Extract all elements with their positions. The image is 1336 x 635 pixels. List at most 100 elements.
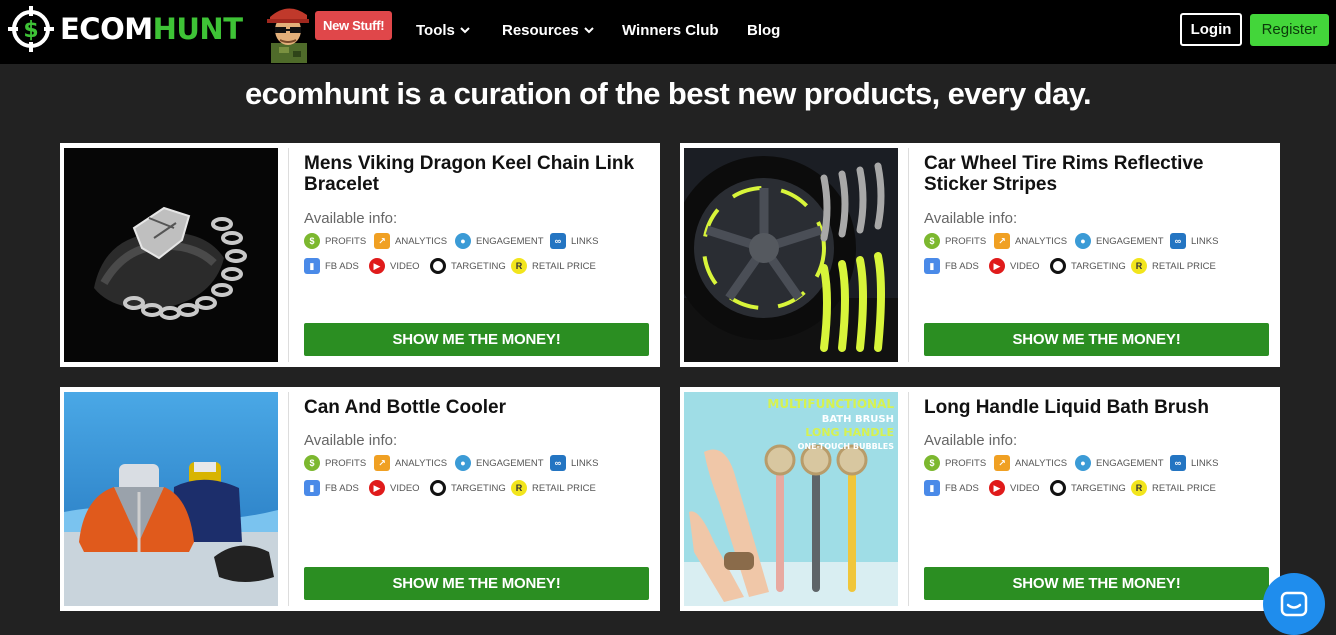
target-icon xyxy=(1050,480,1066,496)
product-card: Can And Bottle Cooler Available info: $ P… xyxy=(60,387,660,611)
svg-text:$: $ xyxy=(23,18,38,43)
show-me-the-money-button[interactable]: SHOW ME THE MONEY! xyxy=(304,323,649,356)
logo-word-ecom: ECOM xyxy=(60,11,153,46)
user-icon: ● xyxy=(455,455,471,471)
fb-ads-icon: ▮ xyxy=(924,480,940,496)
badge-links: ∞ LINKS xyxy=(550,455,598,471)
badge-analytics: ↗ ANALYTICS xyxy=(994,233,1067,249)
badge-video: ▶ VIDEO xyxy=(369,480,420,496)
show-me-the-money-button[interactable]: SHOW ME THE MONEY! xyxy=(304,567,649,600)
user-icon: ● xyxy=(1075,455,1091,471)
retail-price-icon: R xyxy=(511,480,527,496)
video-icon: ▶ xyxy=(369,258,385,274)
badge-profits: $ PROFITS xyxy=(304,455,366,471)
product-image[interactable]: MULTIFUNCTIONAL BATH BRUSH LONG HANDLE O… xyxy=(684,392,898,606)
available-info-label: Available info: xyxy=(304,210,398,227)
link-icon: ∞ xyxy=(1170,233,1186,249)
badge-video: ▶ VIDEO xyxy=(369,258,420,274)
target-icon xyxy=(1050,258,1066,274)
badge-targeting: TARGETING xyxy=(430,258,506,274)
badge-retail-price: R RETAIL PRICE xyxy=(511,480,596,496)
link-icon: ∞ xyxy=(550,233,566,249)
badge-profits: $ PROFITS xyxy=(924,455,986,471)
video-icon: ▶ xyxy=(989,480,1005,496)
user-icon: ● xyxy=(1075,233,1091,249)
badge-engagement: ● ENGAGEMENT xyxy=(455,233,544,249)
nav-winners-club[interactable]: Winners Club xyxy=(622,21,719,39)
product-title[interactable]: Mens Viking Dragon Keel Chain Link Brace… xyxy=(304,153,644,195)
badge-links: ∞ LINKS xyxy=(1170,233,1218,249)
user-icon: ● xyxy=(455,233,471,249)
top-navbar: $ ECOMHUNT New Stuff! Tools Resources Wi… xyxy=(0,0,1336,64)
badge-engagement: ● ENGAGEMENT xyxy=(1075,233,1164,249)
chart-icon: ↗ xyxy=(994,233,1010,249)
chat-widget-button[interactable] xyxy=(1263,573,1325,635)
ecomhunt-logo[interactable]: $ ECOMHUNT xyxy=(8,6,243,52)
nav-resources[interactable]: Resources xyxy=(502,21,595,39)
show-me-the-money-button[interactable]: SHOW ME THE MONEY! xyxy=(924,567,1269,600)
available-info-label: Available info: xyxy=(304,432,398,449)
badge-targeting: TARGETING xyxy=(1050,258,1126,274)
target-icon xyxy=(430,258,446,274)
new-stuff-badge[interactable]: New Stuff! xyxy=(315,11,393,40)
target-icon xyxy=(430,480,446,496)
fb-ads-icon: ▮ xyxy=(924,258,940,274)
link-icon: ∞ xyxy=(1170,455,1186,471)
chevron-down-icon xyxy=(584,27,594,34)
nav-blog[interactable]: Blog xyxy=(747,21,780,39)
available-info-label: Available info: xyxy=(924,432,1018,449)
retail-price-icon: R xyxy=(1131,258,1147,274)
badge-links: ∞ LINKS xyxy=(550,233,598,249)
video-icon: ▶ xyxy=(989,258,1005,274)
retail-price-icon: R xyxy=(511,258,527,274)
badge-retail-price: R RETAIL PRICE xyxy=(511,258,596,274)
logo-word-hunt: HUNT xyxy=(152,11,243,46)
product-title[interactable]: Can And Bottle Cooler xyxy=(304,397,644,418)
badge-analytics: ↗ ANALYTICS xyxy=(994,455,1067,471)
image-text-line: BATH BRUSH xyxy=(822,414,894,425)
product-title[interactable]: Car Wheel Tire Rims Reflective Sticker S… xyxy=(924,153,1264,195)
badge-profits: $ PROFITS xyxy=(924,233,986,249)
badge-fb-ads: ▮ FB ADS xyxy=(924,480,979,496)
available-info-label: Available info: xyxy=(924,210,1018,227)
badge-links: ∞ LINKS xyxy=(1170,455,1218,471)
fb-ads-icon: ▮ xyxy=(304,480,320,496)
chart-icon: ↗ xyxy=(374,233,390,249)
link-icon: ∞ xyxy=(550,455,566,471)
badge-fb-ads: ▮ FB ADS xyxy=(304,258,359,274)
show-me-the-money-button[interactable]: SHOW ME THE MONEY! xyxy=(924,323,1269,356)
chart-icon: ↗ xyxy=(374,455,390,471)
dollar-icon: $ xyxy=(924,233,940,249)
page-tagline: ecomhunt is a curation of the best new p… xyxy=(245,76,1092,111)
product-image[interactable] xyxy=(64,392,278,606)
crosshair-dollar-icon: $ xyxy=(8,6,54,52)
login-button[interactable]: Login xyxy=(1180,13,1242,46)
badge-analytics: ↗ ANALYTICS xyxy=(374,233,447,249)
badge-profits: $ PROFITS xyxy=(304,233,366,249)
retail-price-icon: R xyxy=(1131,480,1147,496)
video-icon: ▶ xyxy=(369,480,385,496)
badge-retail-price: R RETAIL PRICE xyxy=(1131,480,1216,496)
badge-engagement: ● ENGAGEMENT xyxy=(1075,455,1164,471)
nav-tools[interactable]: Tools xyxy=(416,21,471,39)
badge-fb-ads: ▮ FB ADS xyxy=(924,258,979,274)
hunter-mascot-icon xyxy=(267,8,309,63)
product-card: Car Wheel Tire Rims Reflective Sticker S… xyxy=(680,143,1280,367)
chart-icon: ↗ xyxy=(994,455,1010,471)
badge-analytics: ↗ ANALYTICS xyxy=(374,455,447,471)
product-title[interactable]: Long Handle Liquid Bath Brush xyxy=(924,397,1264,418)
product-card: Mens Viking Dragon Keel Chain Link Brace… xyxy=(60,143,660,367)
badge-retail-price: R RETAIL PRICE xyxy=(1131,258,1216,274)
register-button[interactable]: Register xyxy=(1250,14,1329,46)
dollar-icon: $ xyxy=(924,455,940,471)
product-image[interactable] xyxy=(684,148,898,362)
chat-icon xyxy=(1280,591,1308,617)
badge-targeting: TARGETING xyxy=(1050,480,1126,496)
badge-targeting: TARGETING xyxy=(430,480,506,496)
badge-video: ▶ VIDEO xyxy=(989,258,1040,274)
product-image[interactable] xyxy=(64,148,278,362)
badge-video: ▶ VIDEO xyxy=(989,480,1040,496)
chevron-down-icon xyxy=(460,27,470,34)
image-text-line: ONE-TOUCH BUBBLES xyxy=(798,442,895,451)
badge-engagement: ● ENGAGEMENT xyxy=(455,455,544,471)
